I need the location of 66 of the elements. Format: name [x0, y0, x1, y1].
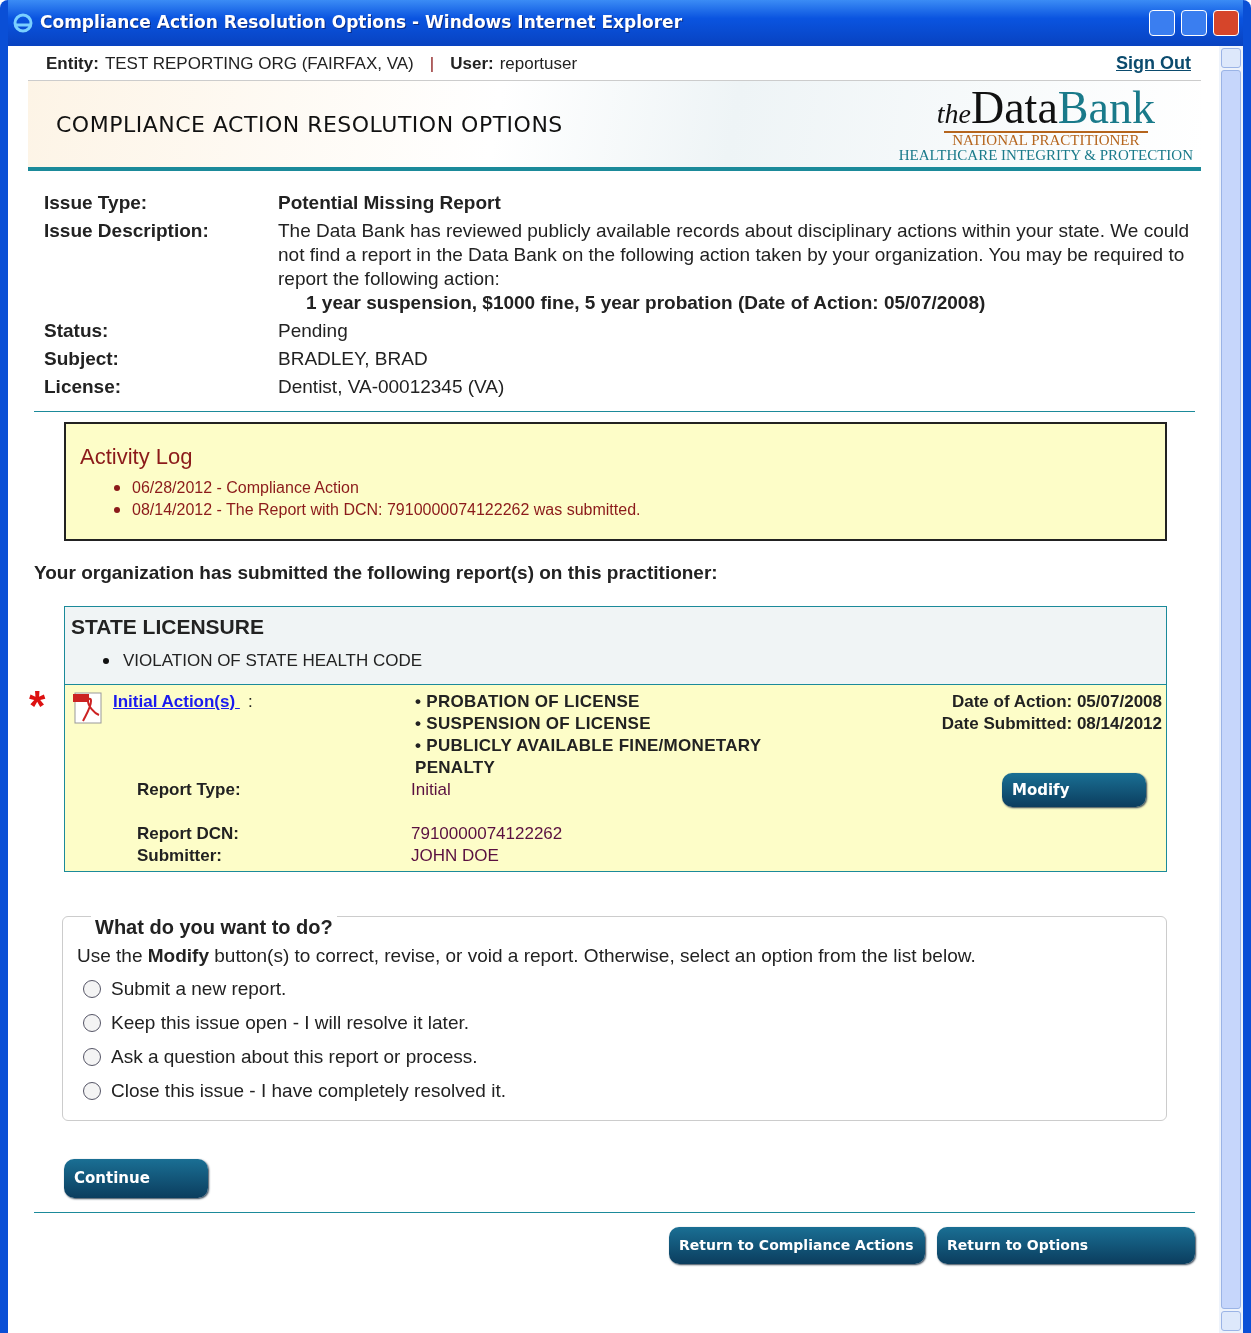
link-colon: : [247, 690, 253, 713]
pdf-icon[interactable] [71, 690, 105, 725]
action-item: • PUBLICLY AVAILABLE FINE/MONETARY PENALTY [415, 734, 763, 779]
field-value: The Data Bank has reviewed publicly available records about disciplinary actions within your state. We could not find a report in the Data Bank on the following action taken by your organization. You may be required to report the following action: [278, 220, 1190, 289]
basis-text: VIOLATION OF STATE HEALTH CODE [123, 650, 423, 672]
log-entry: 08/14/2012 - The Report with DCN: 7910000074122262 was submitted. [132, 500, 641, 520]
required-mark: * [29, 684, 46, 727]
field-value: Potential Missing Report [278, 192, 501, 213]
browser-icon [12, 12, 34, 34]
field-label: Issue Type: [44, 191, 149, 215]
section-heading: Your organization has submitted the following report(s) on this practitioner: [34, 561, 719, 585]
minimize-button[interactable] [1149, 10, 1175, 36]
maximize-button[interactable] [1181, 10, 1207, 36]
field-label: Issue Description: [44, 219, 210, 243]
instruction-text: Use the Modify button(s) to correct, revise, or void a report. Otherwise, select an option from the list below. [77, 943, 977, 968]
user-label: User: [450, 52, 494, 75]
bullet-icon [114, 507, 120, 513]
close-button[interactable] [1213, 10, 1239, 36]
logo-subtitle: NATIONAL PRACTITIONER [944, 131, 1148, 148]
activity-log-title: Activity Log [80, 443, 194, 471]
sign-out-link[interactable]: Sign Out [1116, 50, 1191, 77]
action-detail: 1 year suspension, $1000 fine, 5 year probation (Date of Action: 05/07/2008) [305, 291, 987, 315]
nav-button[interactable]: Return to Compliance Actions [669, 1226, 925, 1264]
report-link[interactable]: Initial Action(s) [113, 690, 240, 713]
radio-button[interactable] [83, 1082, 101, 1100]
window-title: Compliance Action Resolution Options - Windows Internet Explorer [40, 11, 683, 35]
option-label: Submit a new report. [111, 977, 287, 1001]
field-label: Status: [44, 319, 110, 343]
field-label: Report Type: [136, 778, 242, 801]
continue-button[interactable]: Continue [64, 1159, 208, 1198]
report-date: Date of Action: 05/07/2008 [950, 690, 1162, 713]
field-label: Submitter: [136, 844, 223, 867]
radio-button[interactable] [83, 1014, 101, 1032]
logo-text: Bank [1057, 82, 1155, 133]
separator: | [429, 52, 435, 75]
field-value: 7910000074122262 [411, 822, 564, 845]
logo-text: the [936, 98, 971, 129]
field-label: License: [44, 375, 123, 399]
report-date: Date Submitted: 08/14/2012 [940, 712, 1162, 735]
scrollbar-thumb[interactable] [1221, 70, 1241, 1309]
field-value: JOHN DOE [411, 844, 500, 867]
log-entry: 06/28/2012 - Compliance Action [132, 478, 359, 498]
logo-tagline: HEALTHCARE INTEGRITY & PROTECTION [898, 148, 1193, 163]
field-value: Dentist, VA-00012345 (VA) [278, 376, 505, 397]
radio-button[interactable] [83, 1048, 101, 1066]
field-value: Initial [411, 778, 452, 801]
entity-name: TEST REPORTING ORG (FAIRFAX, VA) [104, 52, 414, 75]
option-label: Close this issue - I have completely resolved it. [111, 1079, 506, 1103]
report-category: STATE LICENSURE [71, 613, 265, 640]
page-title: COMPLIANCE ACTION RESOLUTION OPTIONS [56, 110, 563, 139]
modify-button[interactable]: Modify [1002, 772, 1146, 807]
user-name: reportuser [499, 52, 578, 75]
logo-text: Data [971, 82, 1058, 133]
option-label: Keep this issue open - I will resolve it later. [111, 1011, 469, 1035]
field-value: BRADLEY, BRAD [278, 348, 428, 369]
entity-label: Entity: [46, 52, 99, 75]
bullet-icon [114, 485, 120, 491]
field-value: Pending [278, 320, 348, 341]
action-item: • PROBATION OF LICENSE [415, 690, 641, 713]
option-label: Ask a question about this report or process. [111, 1045, 478, 1069]
action-item: • SUSPENSION OF LICENSE [415, 712, 652, 735]
field-label: Report DCN: [136, 822, 240, 845]
radio-button[interactable] [83, 980, 101, 998]
nav-button[interactable]: Return to Options [937, 1226, 1195, 1264]
bullet-icon [103, 657, 109, 664]
field-label: Subject: [44, 347, 120, 371]
